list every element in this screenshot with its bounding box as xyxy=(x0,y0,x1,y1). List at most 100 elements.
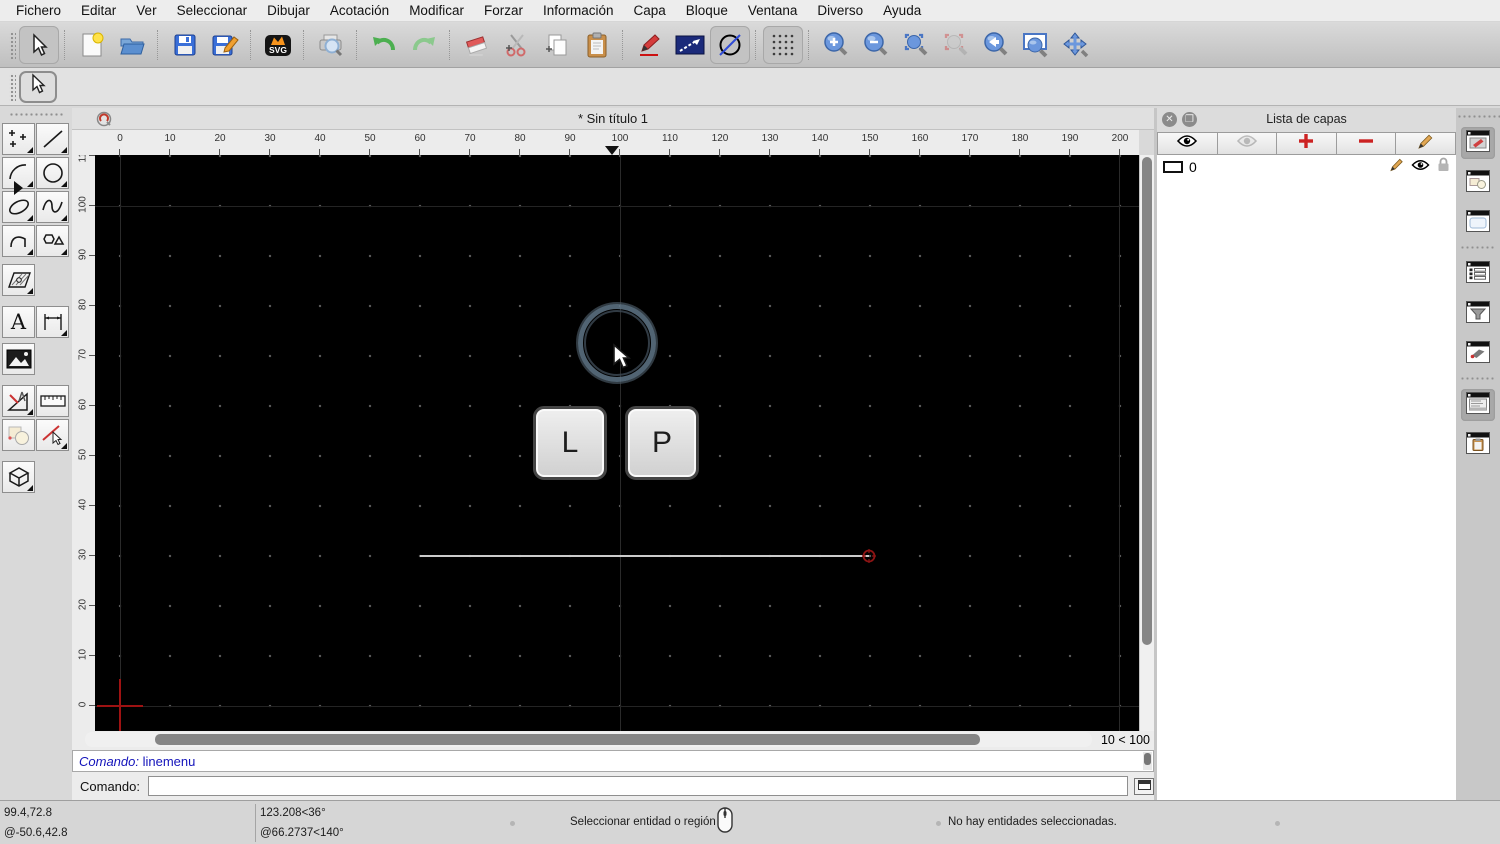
print-preview-button[interactable] xyxy=(311,26,351,64)
dock-layer-list-button[interactable] xyxy=(1461,258,1495,290)
layer-row[interactable]: 0 xyxy=(1157,155,1456,179)
default-action-button[interactable] xyxy=(19,70,57,103)
edit-layer-button[interactable] xyxy=(1396,132,1456,155)
layer-visibility-eye-icon[interactable] xyxy=(1404,158,1430,176)
points-tool-button[interactable] xyxy=(2,123,35,155)
polygon-tool-button[interactable] xyxy=(36,225,69,257)
menu-forzar[interactable]: Forzar xyxy=(474,0,533,22)
modify-tool-button[interactable] xyxy=(2,385,35,417)
menu-editar[interactable]: Editar xyxy=(71,0,126,22)
menu-ayuda[interactable]: Ayuda xyxy=(873,0,931,22)
zoom-pan-button[interactable] xyxy=(1056,26,1096,64)
redo-button[interactable] xyxy=(404,26,444,64)
new-document-button[interactable] xyxy=(72,26,112,64)
dock-block-list-button[interactable] xyxy=(1461,167,1495,199)
menu-ver[interactable]: Ver xyxy=(126,0,166,22)
dock-command-widget-button[interactable] xyxy=(1461,389,1495,421)
text-tool-button[interactable]: A xyxy=(2,306,35,338)
dock-widget-strip xyxy=(1456,108,1500,800)
menu-dibujar[interactable]: Dibujar xyxy=(257,0,320,22)
menu-capa[interactable]: Capa xyxy=(624,0,676,22)
hatch-tool-button[interactable] xyxy=(2,264,35,296)
block-tool-button[interactable] xyxy=(2,419,35,451)
menu-información[interactable]: Información xyxy=(533,0,624,22)
vertical-scrollbar-thumb[interactable] xyxy=(1142,157,1152,645)
solid-3d-tool-button[interactable] xyxy=(2,461,35,493)
menu-diverso[interactable]: Diverso xyxy=(807,0,873,22)
add-layer-button[interactable] xyxy=(1277,132,1337,155)
layer-lock-icon[interactable] xyxy=(1430,157,1450,177)
menu-fichero[interactable]: Fichero xyxy=(6,0,71,22)
spline-tool-button[interactable] xyxy=(36,191,69,223)
palette-handle[interactable] xyxy=(8,111,64,117)
clipboard-icon xyxy=(584,31,610,59)
save-as-button[interactable] xyxy=(205,26,245,64)
dimension-tool-button[interactable] xyxy=(36,306,69,338)
zoom-out-button[interactable] xyxy=(856,26,896,64)
zoom-previous-button[interactable] xyxy=(976,26,1016,64)
circle-line-tool-button[interactable] xyxy=(710,25,750,64)
zoom-out-icon xyxy=(862,31,890,59)
polyline-tool-button[interactable] xyxy=(2,225,35,257)
menu-bloque[interactable]: Bloque xyxy=(676,0,738,22)
dock-layer-filter-button[interactable] xyxy=(1461,298,1495,330)
layer-edit-pencil-icon[interactable] xyxy=(1382,157,1404,177)
document-title: * Sin título 1 xyxy=(577,111,649,126)
save-button[interactable] xyxy=(165,26,205,64)
toolbar-handle[interactable] xyxy=(9,30,16,59)
horizontal-scrollbar[interactable] xyxy=(85,732,1092,747)
menu-acotación[interactable]: Acotación xyxy=(320,0,399,22)
command-input[interactable] xyxy=(147,776,1129,796)
line-tool-button[interactable] xyxy=(36,123,69,155)
image-tool-button[interactable] xyxy=(2,343,35,375)
circle-tool-button[interactable] xyxy=(36,157,69,189)
dock-pen-palette-button[interactable] xyxy=(1461,127,1495,159)
delete-eraser-button[interactable] xyxy=(457,26,497,64)
svg-export-button[interactable]: SVG xyxy=(258,26,298,64)
dock-pen-wizard-button[interactable] xyxy=(1461,338,1495,370)
ellipse-icon xyxy=(7,195,31,219)
zoom-selected-button[interactable] xyxy=(936,26,976,64)
zoom-window-button[interactable] xyxy=(1016,26,1056,64)
show-all-layers-button[interactable] xyxy=(1157,132,1218,155)
ruler-pointer-y xyxy=(14,181,23,195)
paste-button[interactable] xyxy=(577,26,617,64)
horizontal-scroll-row: 10 < 100 xyxy=(72,731,1154,750)
select-arrow-button[interactable] xyxy=(19,25,59,64)
zoom-auto-button[interactable] xyxy=(896,26,936,64)
vertical-scrollbar[interactable] xyxy=(1139,155,1154,731)
ellipse-tool-button[interactable] xyxy=(2,191,35,223)
command-history-label: Comando: xyxy=(79,754,139,769)
dock-clipboard-button[interactable] xyxy=(1461,429,1495,461)
cut-button[interactable] xyxy=(497,26,537,64)
measure-tool-button[interactable] xyxy=(36,385,69,417)
menu-ventana[interactable]: Ventana xyxy=(738,0,808,22)
pen-attributes-button[interactable] xyxy=(630,26,670,64)
grid-toggle-button[interactable] xyxy=(763,25,803,64)
tool-options-handle[interactable] xyxy=(9,72,16,101)
remove-layer-button[interactable] xyxy=(1336,132,1397,155)
dock-strip-separator xyxy=(1460,245,1496,250)
zoom-in-button[interactable] xyxy=(816,26,856,64)
command-history-scrollbar-thumb[interactable] xyxy=(1144,753,1151,765)
dock-strip-handle[interactable] xyxy=(1456,113,1500,119)
window-clipboard-icon xyxy=(1466,431,1490,459)
menu-seleccionar[interactable]: Seleccionar xyxy=(167,0,258,22)
ruler-corner xyxy=(72,130,95,155)
copy-button[interactable] xyxy=(537,26,577,64)
explode-tool-button[interactable] xyxy=(36,419,69,451)
line-attributes-button[interactable] xyxy=(670,26,710,64)
open-folder-button[interactable] xyxy=(112,26,152,64)
layer-color-swatch[interactable] xyxy=(1163,161,1183,173)
command-dock-button[interactable] xyxy=(1134,777,1154,795)
undo-button[interactable] xyxy=(364,26,404,64)
line-entity[interactable] xyxy=(420,555,869,557)
layers-panel-toolbar xyxy=(1157,132,1456,155)
command-history-scrollbar[interactable] xyxy=(1143,752,1152,770)
hide-all-layers-button[interactable] xyxy=(1217,132,1278,155)
drawing-canvas[interactable]: L P xyxy=(95,155,1139,731)
dock-library-browser-button[interactable] xyxy=(1461,207,1495,239)
statusbar-dot xyxy=(510,821,515,826)
horizontal-scrollbar-thumb[interactable] xyxy=(155,734,980,745)
menu-modificar[interactable]: Modificar xyxy=(399,0,474,22)
